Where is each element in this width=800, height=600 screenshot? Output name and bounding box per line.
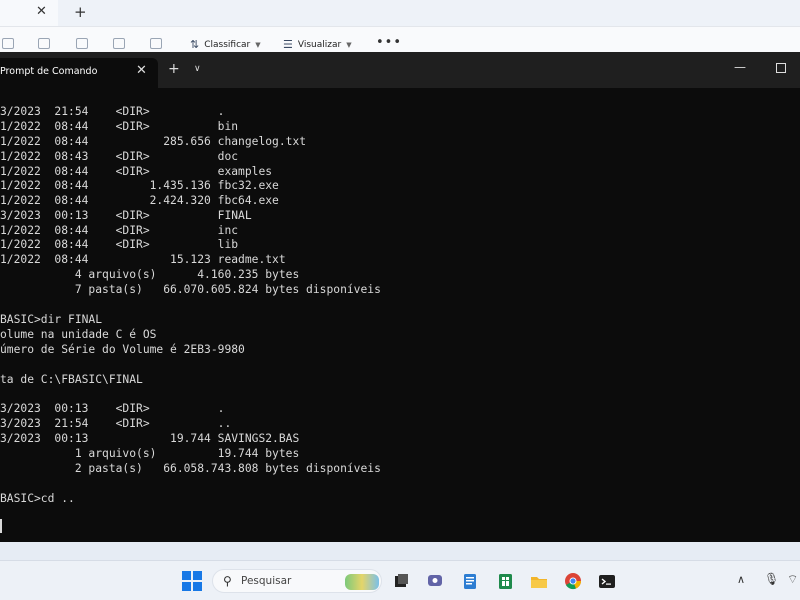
- minimize-icon[interactable]: —: [734, 60, 746, 74]
- terminal-icon[interactable]: [597, 571, 617, 591]
- console-line: 1/2022 08:44 <DIR> bin: [0, 120, 239, 133]
- console-line: 1/2022 08:44 <DIR> lib: [0, 238, 239, 251]
- console-line: 1/2022 08:44 2.424.320 fbc64.exe: [0, 194, 279, 207]
- console-line: 4 arquivo(s) 4.160.235 bytes: [0, 268, 300, 281]
- task-view-icon[interactable]: [391, 571, 411, 591]
- teams-icon[interactable]: [425, 571, 445, 591]
- paste-icon[interactable]: [38, 38, 50, 49]
- console-line: 3/2023 21:54 <DIR> .: [0, 105, 225, 118]
- console-line: 1/2022 08:44 15.123 readme.txt: [0, 253, 286, 266]
- share-icon[interactable]: [113, 38, 125, 49]
- terminal-tab-title: Prompt de Comando: [0, 66, 98, 77]
- search-icon: ⚲: [223, 574, 232, 588]
- search-highlight-icon: [345, 574, 379, 590]
- plus-icon[interactable]: +: [74, 3, 87, 21]
- close-icon[interactable]: ✕: [136, 63, 147, 78]
- console-line: 1/2022 08:44 285.656 changelog.txt: [0, 135, 307, 148]
- console-line: BASIC>dir FINAL: [0, 313, 103, 326]
- console-line: 3/2023 00:13 <DIR> .: [0, 402, 225, 415]
- chevron-down-icon: ▼: [255, 40, 261, 49]
- file-explorer-icon[interactable]: [529, 571, 549, 591]
- sort-label: Classificar: [204, 39, 251, 50]
- terminal-titlebar: Prompt de Comando ✕ + ∨ —: [0, 52, 800, 88]
- chrome-icon[interactable]: [563, 571, 583, 591]
- console-line: 1/2022 08:44 <DIR> inc: [0, 224, 239, 237]
- search-box[interactable]: ⚲ Pesquisar: [212, 569, 382, 593]
- console-line: 7 pasta(s) 66.070.605.824 bytes disponív…: [0, 283, 381, 296]
- desktop-background: [0, 542, 800, 560]
- explorer-tab-bar: ✕ +: [0, 0, 800, 26]
- wifi-icon[interactable]: ⌔: [787, 572, 798, 587]
- start-icon[interactable]: [182, 571, 202, 591]
- taskbar: ⚲ Pesquisar ∧ 🎙 ⌔: [0, 560, 800, 600]
- console-line: úmero de Série do Volume é 2EB3-9980: [0, 343, 245, 356]
- sort-button[interactable]: ⇅ Classificar ▼: [190, 38, 261, 51]
- copy-icon[interactable]: [2, 38, 14, 49]
- microphone-icon[interactable]: 🎙: [764, 572, 779, 586]
- console-line: ta de C:\FBASIC\FINAL: [0, 373, 143, 386]
- console-line: 3/2023 00:13 <DIR> FINAL: [0, 209, 252, 222]
- chevron-down-icon[interactable]: ∨: [194, 64, 201, 74]
- rename-icon[interactable]: [76, 38, 88, 49]
- console-line: 1/2022 08:44 1.435.136 fbc32.exe: [0, 179, 279, 192]
- chevron-down-icon: ▼: [346, 40, 352, 49]
- console-line: 2 pasta(s) 66.058.743.808 bytes disponív…: [0, 462, 381, 475]
- view-icon: ☰: [283, 38, 293, 51]
- search-placeholder: Pesquisar: [241, 575, 292, 587]
- excel-icon[interactable]: [495, 571, 515, 591]
- console-line: 1/2022 08:44 <DIR> examples: [0, 165, 273, 178]
- console-output[interactable]: 3/2023 21:54 <DIR> . 1/2022 08:44 <DIR> …: [0, 104, 800, 534]
- explorer-toolbar: ⇅ Classificar ▼ ☰ Visualizar ▼ •••: [0, 26, 800, 53]
- console-line: 1 arquivo(s) 19.744 bytes: [0, 447, 300, 460]
- delete-icon[interactable]: [150, 38, 162, 49]
- console-line: 1/2022 08:43 <DIR> doc: [0, 150, 239, 163]
- more-options-icon[interactable]: •••: [376, 35, 402, 50]
- console-line: 3/2023 00:13 19.744 SAVINGS2.BAS: [0, 432, 300, 445]
- notepad-icon[interactable]: [460, 571, 480, 591]
- text-cursor: [0, 519, 2, 533]
- explorer-tab[interactable]: ✕: [0, 0, 58, 26]
- view-label: Visualizar: [297, 39, 342, 50]
- terminal-tab[interactable]: Prompt de Comando ✕: [0, 58, 158, 88]
- close-icon[interactable]: ✕: [36, 4, 47, 19]
- new-tab-icon[interactable]: +: [168, 61, 180, 77]
- terminal-window: Prompt de Comando ✕ + ∨ — 3/2023 21:54 <…: [0, 52, 800, 542]
- console-line: 3/2023 21:54 <DIR> ..: [0, 417, 232, 430]
- console-line: BASIC>cd ..: [0, 492, 75, 505]
- maximize-icon[interactable]: [776, 63, 786, 73]
- sort-icon: ⇅: [190, 38, 200, 51]
- view-button[interactable]: ☰ Visualizar ▼: [283, 38, 352, 51]
- chevron-up-icon[interactable]: ∧: [737, 573, 745, 586]
- console-line: olume na unidade C é OS: [0, 328, 157, 341]
